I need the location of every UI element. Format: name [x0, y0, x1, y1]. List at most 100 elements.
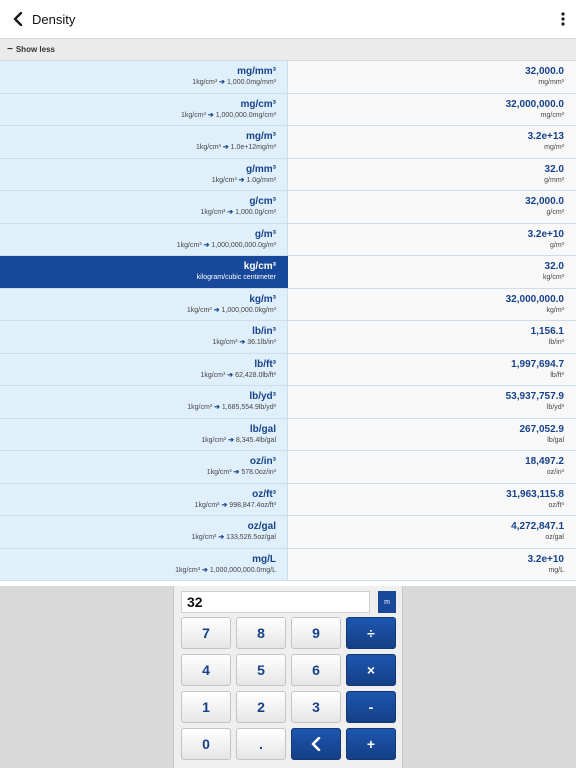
arrow-right-icon: ➔ — [220, 144, 231, 151]
backspace-button[interactable] — [291, 728, 341, 760]
value-unit: g/mm³ — [544, 176, 564, 184]
minus-button[interactable]: - — [346, 691, 396, 723]
value-cell[interactable]: 267,052.9 lb/gal — [288, 418, 576, 450]
unit-row[interactable]: g/m³ 1kg/cm³ ➔ 1,000,000,000.0g/m³ 3.2e+10… — [0, 223, 576, 256]
more-options-button[interactable] — [558, 10, 568, 28]
unit-row[interactable]: lb/yd³ 1kg/cm³ ➔ 1,685,554.9lb/yd³ 53,937,… — [0, 386, 576, 419]
conversion-from: 1kg/cm³ — [212, 339, 238, 346]
value-input[interactable]: 32 — [181, 591, 370, 613]
value-cell[interactable]: 31,963,115.8 oz/ft³ — [288, 483, 576, 515]
unit-cell[interactable]: g/cm³ 1kg/cm³ ➔ 1,000.0g/cm³ — [0, 191, 288, 223]
converted-value: 18,497.2 — [525, 456, 564, 467]
converted-value: 32,000,000.0 — [505, 98, 564, 110]
unit-row[interactable]: mg/m³ 1kg/cm³ ➔ 1.0e+12mg/m³ 3.2e+13 mg/m³ — [0, 126, 576, 159]
conversion-from: 1kg/cm³ — [181, 111, 206, 119]
conversion-factor: kilogram/cubic centimeter — [0, 273, 276, 283]
unit-cell[interactable]: g/mm³ 1kg/cm³ ➔ 1.0g/mm³ — [0, 158, 288, 190]
key-4[interactable]: 4 — [181, 654, 231, 686]
unit-row[interactable]: lb/ft³ 1kg/cm³ ➔ 62,428.0lb/ft³ 1,997,694.… — [0, 353, 576, 386]
unit-row[interactable]: g/cm³ 1kg/cm³ ➔ 1,000.0g/cm³ 32,000.0 g/cm³ — [0, 191, 576, 224]
mode-button[interactable]: m — [378, 591, 396, 613]
unit-name: mg/cm³ — [240, 98, 276, 110]
unit-name: lb/gal — [249, 423, 276, 435]
conversion-from: 1kg/cm³ — [195, 144, 221, 151]
unit-row[interactable]: lb/gal 1kg/cm³ ➔ 8,345.4lb/gal 267,052.9 lb… — [0, 418, 576, 451]
unit-cell[interactable]: kg/m³ 1kg/cm³ ➔ 1,000,000.0kg/m³ — [0, 288, 288, 320]
conversion-factor: 1kg/cm³ ➔ 62,428.0lb/ft³ — [0, 371, 276, 381]
conversion-factor: 1kg/cm³ ➔ 1,000.0mg/mm³ — [0, 78, 276, 88]
key-9[interactable]: 9 — [291, 617, 341, 649]
unit-row[interactable]: lb/in³ 1kg/cm³ ➔ 36.1lb/in³ 1,156.1 lb/in³ — [0, 321, 576, 354]
multiply-button[interactable]: × — [346, 654, 396, 686]
value-cell[interactable]: 1,997,694.7 lb/ft³ — [288, 353, 576, 385]
unit-row[interactable]: g/mm³ 1kg/cm³ ➔ 1.0g/mm³ 32.0 g/mm³ — [0, 158, 576, 191]
unit-row[interactable]: mg/L 1kg/cm³ ➔ 1,000,000,000.0mg/L 3.2e+10… — [0, 548, 576, 581]
unit-name: lb/in³ — [252, 326, 276, 337]
key-6[interactable]: 6 — [291, 654, 341, 686]
arrow-right-icon: ➔ — [236, 176, 247, 184]
conversion-from: 1kg/cm³ — [201, 436, 227, 444]
arrow-right-icon: ➔ — [212, 404, 222, 411]
arrow-right-icon: ➔ — [231, 469, 242, 476]
value-cell[interactable]: 4,272,847.1 oz/gal — [288, 516, 576, 548]
unit-cell[interactable]: lb/yd³ 1kg/cm³ ➔ 1,685,554.9lb/yd³ — [0, 386, 288, 418]
value-cell[interactable]: 32,000.0 mg/mm³ — [288, 61, 576, 93]
unit-row[interactable]: mg/mm³ 1kg/cm³ ➔ 1,000.0mg/mm³ 32,000.0 mg/… — [0, 61, 576, 94]
key-5[interactable]: 5 — [236, 654, 286, 686]
unit-row[interactable]: mg/cm³ 1kg/cm³ ➔ 1,000,000.0mg/cm³ 32,000,… — [0, 93, 576, 126]
unit-cell[interactable]: mg/cm³ 1kg/cm³ ➔ 1,000,000.0mg/cm³ — [0, 93, 288, 125]
unit-name: g/mm³ — [246, 163, 276, 175]
decimal-point-button[interactable]: . — [236, 728, 286, 760]
conversion-from: 1kg/cm³ — [206, 469, 232, 476]
value-cell[interactable]: 32,000,000.0 mg/cm³ — [288, 93, 576, 125]
back-button[interactable] — [8, 9, 28, 29]
unit-cell[interactable]: mg/mm³ 1kg/cm³ ➔ 1,000.0mg/mm³ — [0, 61, 288, 93]
key-0[interactable]: 0 — [181, 728, 231, 760]
conversion-to: 998,847.4oz/ft³ — [229, 501, 276, 509]
key-1[interactable]: 1 — [181, 691, 231, 723]
value-cell[interactable]: 32,000,000.0 kg/m³ — [288, 288, 576, 320]
show-less-toggle[interactable]: − Show less — [0, 38, 576, 61]
key-3[interactable]: 3 — [291, 691, 341, 723]
unit-cell[interactable]: oz/gal 1kg/cm³ ➔ 133,526.5oz/gal — [0, 516, 288, 548]
value-cell[interactable]: 18,497.2 oz/in³ — [288, 451, 576, 483]
unit-cell[interactable]: g/m³ 1kg/cm³ ➔ 1,000,000,000.0g/m³ — [0, 223, 288, 255]
unit-cell[interactable]: lb/gal 1kg/cm³ ➔ 8,345.4lb/gal — [0, 418, 288, 450]
converted-value: 32.0 — [544, 261, 564, 272]
value-cell[interactable]: 3.2e+10 mg/L — [288, 548, 576, 580]
conversion-factor: 1kg/cm³ ➔ 578.0oz/in³ — [0, 468, 276, 478]
value-cell[interactable]: 3.2e+13 mg/m³ — [288, 126, 576, 158]
conversion-from: 1kg/cm³ — [200, 209, 226, 216]
unit-list[interactable]: mg/mm³ 1kg/cm³ ➔ 1,000.0mg/mm³ 32,000.0 mg/… — [0, 61, 576, 586]
key-8[interactable]: 8 — [236, 617, 286, 649]
value-cell[interactable]: 3.2e+10 g/m³ — [288, 223, 576, 255]
value-cell[interactable]: 32,000.0 g/cm³ — [288, 191, 576, 223]
unit-row[interactable]: kg/m³ 1kg/cm³ ➔ 1,000,000.0kg/m³ 32,000,00… — [0, 288, 576, 321]
unit-row[interactable]: oz/in³ 1kg/cm³ ➔ 578.0oz/in³ 18,497.2 oz/in… — [0, 451, 576, 484]
unit-cell[interactable]: oz/in³ 1kg/cm³ ➔ 578.0oz/in³ — [0, 451, 288, 483]
key-2[interactable]: 2 — [236, 691, 286, 723]
value-cell[interactable]: 53,937,757.9 lb/yd³ — [288, 386, 576, 418]
unit-cell[interactable]: oz/ft³ 1kg/cm³ ➔ 998,847.4oz/ft³ — [0, 483, 288, 515]
unit-cell[interactable]: mg/m³ 1kg/cm³ ➔ 1.0e+12mg/m³ — [0, 126, 288, 158]
unit-cell[interactable]: lb/ft³ 1kg/cm³ ➔ 62,428.0lb/ft³ — [0, 353, 288, 385]
value-cell[interactable]: 32.0 kg/cm³ — [288, 256, 576, 288]
unit-row[interactable]: kg/cm³ kilogram/cubic centimeter 32.0 kg/cm… — [0, 256, 576, 289]
unit-name: kg/m³ — [249, 293, 276, 305]
value-cell[interactable]: 1,156.1 lb/in³ — [288, 321, 576, 353]
unit-cell[interactable]: mg/L 1kg/cm³ ➔ 1,000,000,000.0mg/L — [0, 548, 288, 580]
unit-row[interactable]: oz/gal 1kg/cm³ ➔ 133,526.5oz/gal 4,272,847… — [0, 516, 576, 549]
divide-button[interactable]: ÷ — [346, 617, 396, 649]
arrow-right-icon: ➔ — [205, 111, 216, 119]
conversion-factor: 1kg/cm³ ➔ 1.0e+12mg/m³ — [0, 143, 276, 153]
key-7[interactable]: 7 — [181, 617, 231, 649]
conversion-to: 578.0oz/in³ — [241, 469, 276, 476]
unit-cell[interactable]: lb/in³ 1kg/cm³ ➔ 36.1lb/in³ — [0, 321, 288, 353]
conversion-to: 133,526.5oz/gal — [226, 534, 276, 541]
value-cell[interactable]: 32.0 g/mm³ — [288, 158, 576, 190]
unit-name: kg/cm³ — [243, 261, 276, 272]
unit-row[interactable]: oz/ft³ 1kg/cm³ ➔ 998,847.4oz/ft³ 31,963,11… — [0, 483, 576, 516]
plus-button[interactable]: + — [346, 728, 396, 760]
conversion-factor: 1kg/cm³ ➔ 1,000,000.0mg/cm³ — [0, 111, 276, 121]
unit-cell[interactable]: kg/cm³ kilogram/cubic centimeter — [0, 256, 288, 288]
